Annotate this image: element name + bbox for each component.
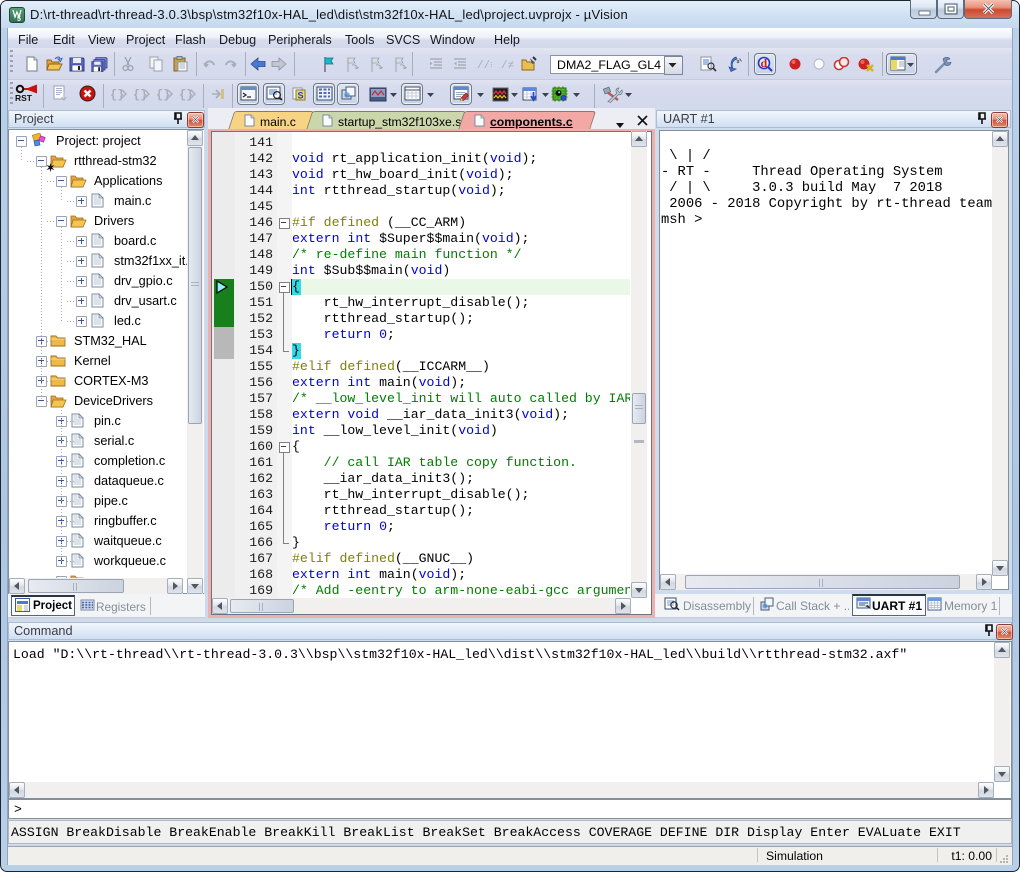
svg-text:RST: RST (15, 93, 33, 102)
svg-text://≡: //≡ (477, 60, 492, 72)
svg-text:S: S (298, 91, 304, 101)
svg-text:d: d (761, 56, 768, 70)
svg-text:/≠: /≠ (501, 60, 514, 72)
svg-text:5: 5 (17, 16, 21, 22)
